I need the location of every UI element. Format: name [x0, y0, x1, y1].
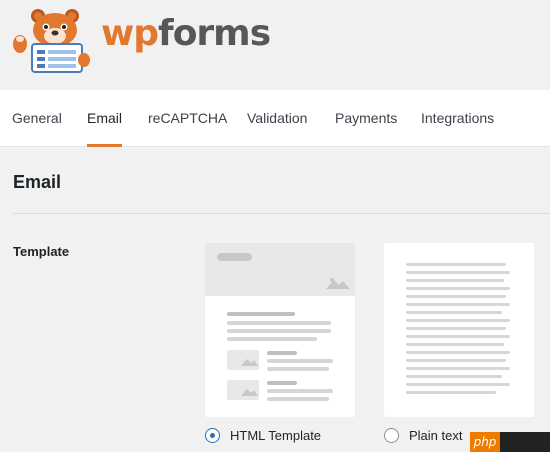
tab-general[interactable]: General [12, 90, 62, 147]
tab-payments[interactable]: Payments [335, 90, 397, 147]
section-title: Email [13, 172, 62, 192]
template-field-label: Template [13, 244, 70, 259]
html-template-radio[interactable] [205, 428, 220, 443]
plain-text-preview-icon [406, 263, 510, 394]
settings-tabs: General Email reCAPTCHA Validation Payme… [0, 90, 550, 147]
html-template-option[interactable]: HTML Template [205, 428, 321, 443]
tab-validation[interactable]: Validation [247, 90, 307, 147]
section-divider [13, 213, 550, 214]
tab-integrations[interactable]: Integrations [421, 90, 494, 147]
logo-wp: wp [101, 13, 159, 54]
plain-text-radio[interactable] [384, 428, 399, 443]
logo-forms: forms [158, 13, 271, 54]
plain-text-card[interactable] [384, 243, 534, 417]
header: wpforms [0, 0, 550, 90]
php-watermark: php [470, 432, 550, 452]
html-template-label: HTML Template [230, 428, 322, 443]
tab-recaptcha[interactable]: reCAPTCHA [148, 90, 227, 147]
html-template-preview-icon [205, 243, 355, 401]
wpforms-logo-text: wpforms [101, 13, 271, 54]
plain-text-label: Plain text [409, 428, 463, 443]
plain-text-option[interactable]: Plain text [384, 428, 462, 443]
html-template-card[interactable] [205, 243, 355, 417]
tab-email[interactable]: Email [87, 90, 123, 147]
php-watermark-text: php [470, 432, 500, 452]
wpforms-bear-icon [13, 9, 90, 73]
